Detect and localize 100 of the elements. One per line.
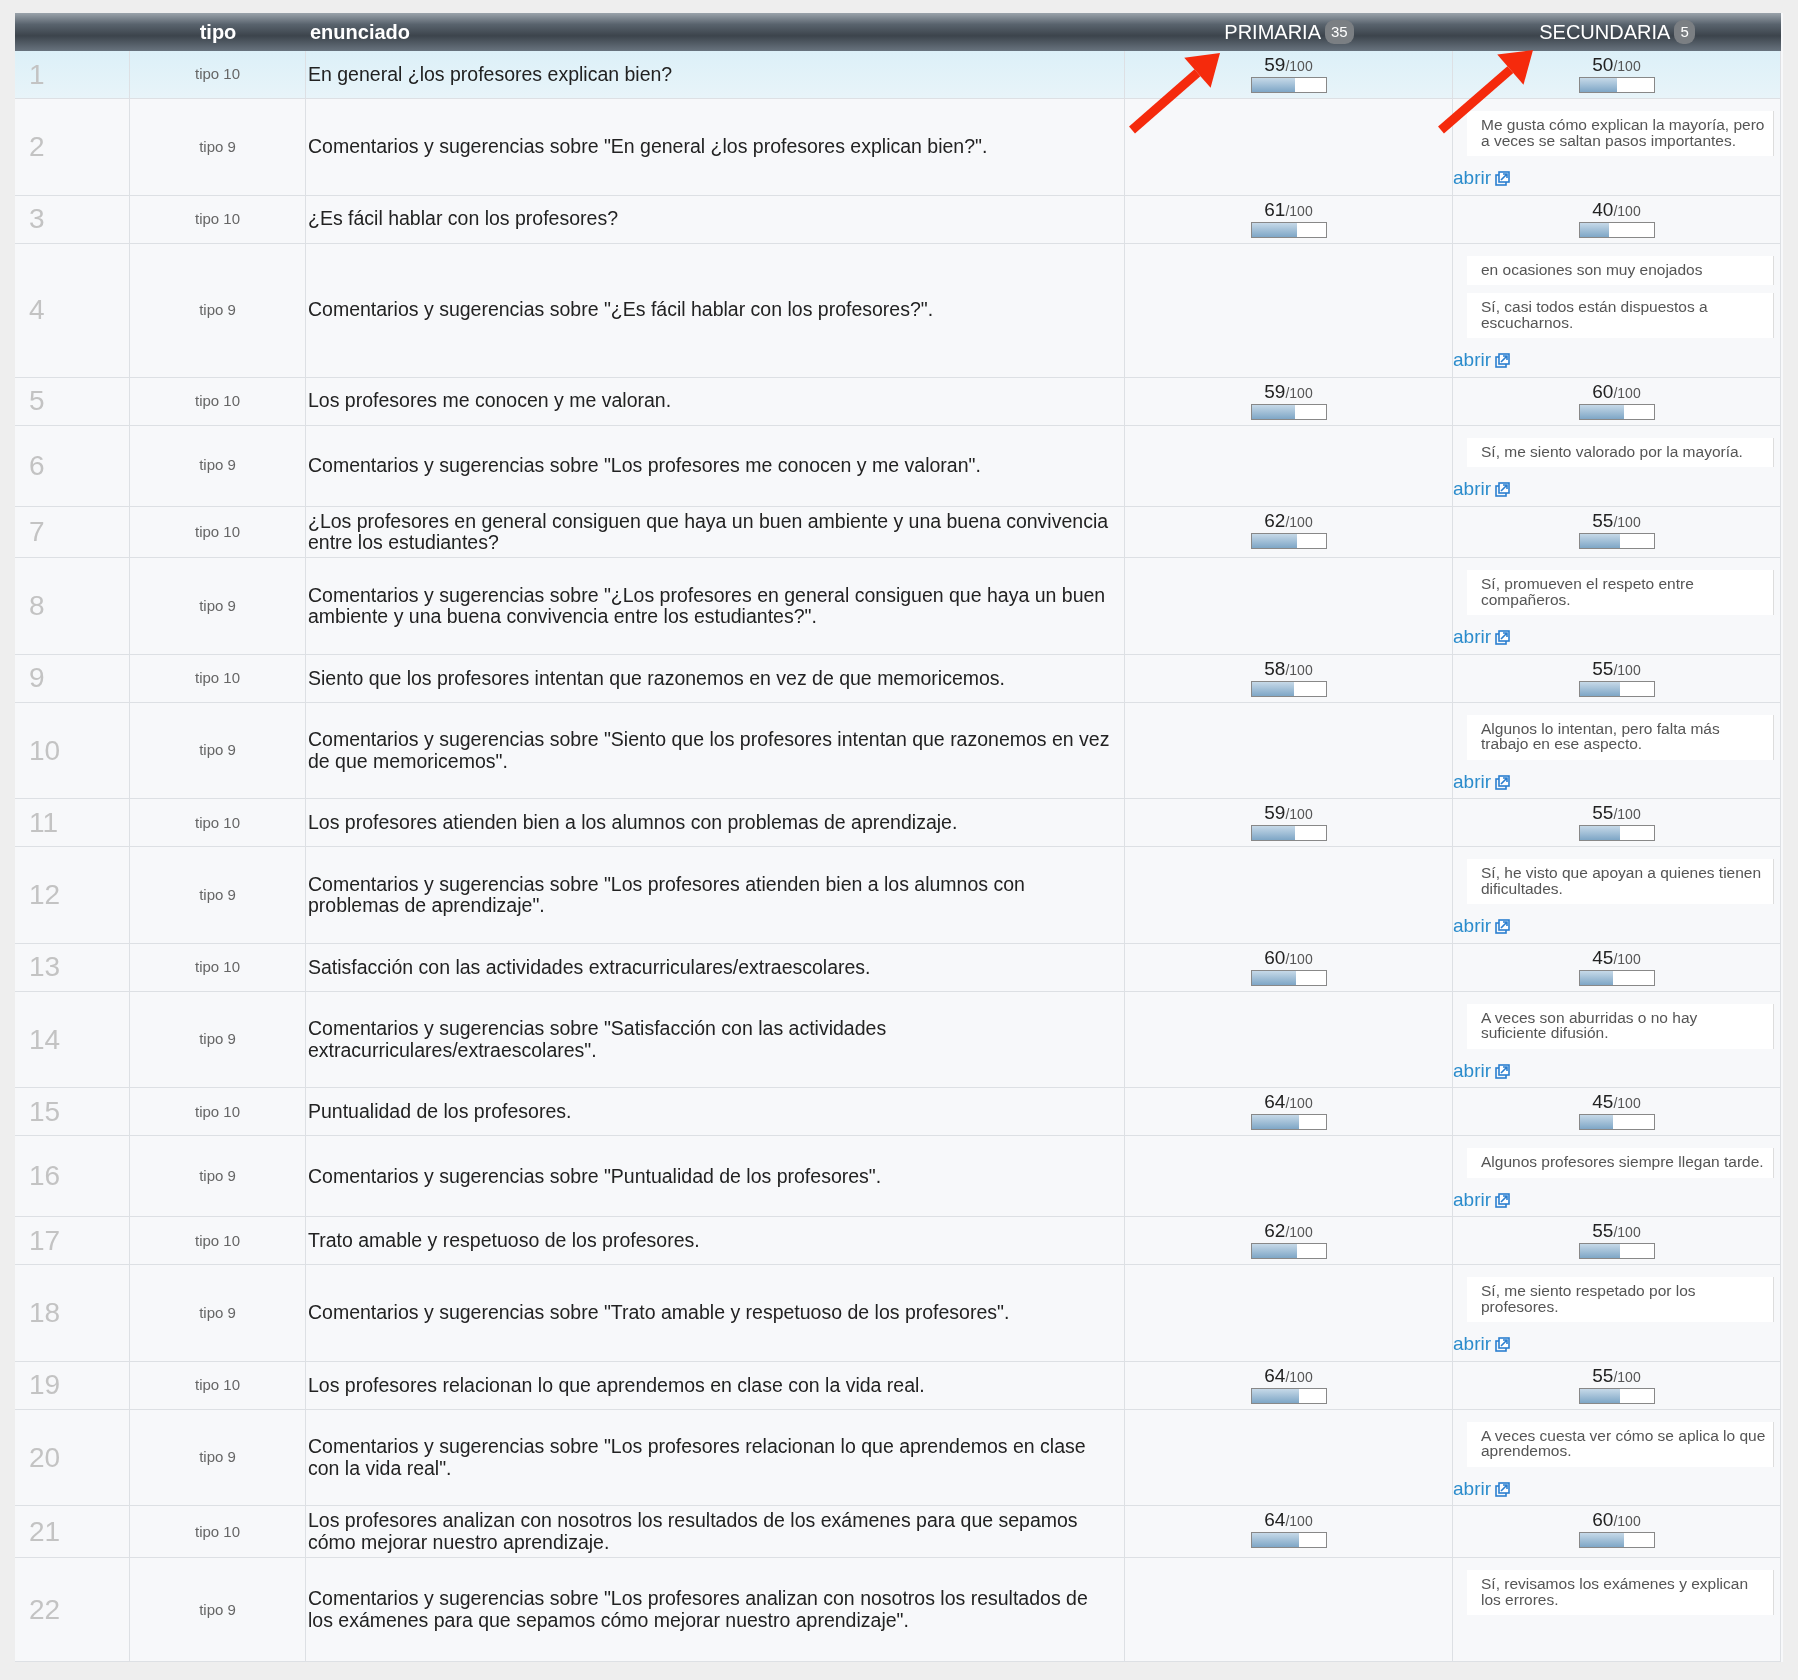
type-label: tipo 9 xyxy=(199,1029,236,1050)
score-value: 59/100 xyxy=(1264,55,1313,74)
score-value: 58/100 xyxy=(1264,658,1313,678)
type-label: tipo 10 xyxy=(194,668,240,689)
question-text: ¿Es fácil hablar con los profesores? xyxy=(308,208,618,230)
score-value: 60/100 xyxy=(1264,947,1313,967)
question-text: Satisfacción con las actividades extracurriculares/extraescolares. xyxy=(308,956,871,979)
type-label: tipo 9 xyxy=(199,1302,236,1323)
score-value: 55/100 xyxy=(1592,1221,1641,1241)
score-value: 45/100 xyxy=(1592,1092,1641,1112)
score-value: 62/100 xyxy=(1264,1221,1313,1241)
open-link[interactable]: abrir xyxy=(1453,475,1510,504)
open-link[interactable]: abrir xyxy=(1453,912,1510,941)
score-value: 60/100 xyxy=(1592,1510,1641,1530)
external-link-icon xyxy=(1495,481,1510,497)
column-header[interactable]: SECUNDARIA xyxy=(1539,17,1671,47)
external-link-icon xyxy=(1495,1063,1510,1079)
type-label: tipo 9 xyxy=(199,1166,236,1187)
score-value: 64/100 xyxy=(1264,1365,1313,1385)
type-label: tipo 10 xyxy=(194,1230,240,1251)
question-text: Comentarios y sugerencias sobre "¿Es fácil hablar con los profesores?". xyxy=(308,299,934,321)
score-value: 64/100 xyxy=(1264,1510,1313,1530)
question-text: Comentarios y sugerencias sobre "Puntualidad de los profesores". xyxy=(308,1165,882,1188)
count-badge: 35 xyxy=(1325,19,1354,45)
score-value: 55/100 xyxy=(1592,658,1641,678)
type-label: tipo 10 xyxy=(194,208,240,229)
question-text: Comentarios y sugerencias sobre "En general ¿los profesores explican bien?". xyxy=(308,136,988,158)
question-text: Comentarios y sugerencias sobre "Siento que los profesores intentan que razonemos en vez de que memoricemos". xyxy=(308,729,1111,773)
score-value: 45/100 xyxy=(1592,947,1641,967)
question-text: Siento que los profesores intentan que razonemos en vez de que memoricemos. xyxy=(308,667,1005,690)
comment-text: Sí, he visto que apoyan a quienes tienen dificultades. xyxy=(1467,859,1774,905)
question-text: Trato amable y respetuoso de los profesores. xyxy=(308,1230,700,1252)
score-value: 59/100 xyxy=(1264,381,1313,401)
comment-text: Me gusta cómo explican la mayoría, pero a veces se saltan pasos importantes. xyxy=(1467,111,1774,156)
score-value: 59/100 xyxy=(1264,803,1313,823)
type-label: tipo 9 xyxy=(199,1447,236,1468)
comment-text: Sí, casi todos están dispuestos a escucharnos. xyxy=(1467,293,1774,338)
external-link-icon xyxy=(1495,1337,1510,1353)
score-value: 55/100 xyxy=(1592,510,1641,530)
question-text: Los profesores analizan con nosotros los resultados de los exámenes para que sepamos cómo mejorar nuestro aprendizaje. xyxy=(308,1510,1079,1554)
question-text: En general ¿los profesores explican bien? xyxy=(308,63,673,86)
type-label: tipo 9 xyxy=(199,299,236,320)
question-text: Los profesores me conocen y me valoran. xyxy=(308,390,672,412)
type-label: tipo 9 xyxy=(199,884,236,905)
score-value: 61/100 xyxy=(1264,199,1313,219)
open-link[interactable]: abrir xyxy=(1453,1056,1510,1086)
type-label: tipo 10 xyxy=(194,390,240,411)
score-value: 55/100 xyxy=(1592,803,1641,823)
question-text: Comentarios y sugerencias sobre "Los profesores me conocen y me valoran". xyxy=(308,454,981,477)
comment-text: Algunos profesores siempre llegan tarde. xyxy=(1467,1148,1774,1178)
question-text: Los profesores relacionan lo que aprendemos en clase con la vida real. xyxy=(308,1374,925,1397)
open-link[interactable]: abrir xyxy=(1453,767,1510,797)
comment-text: Sí, promueven el respeto entre compañeros. xyxy=(1467,570,1774,616)
type-label: tipo 10 xyxy=(194,957,240,978)
type-label: tipo 9 xyxy=(199,595,236,616)
comment-text: A veces cuesta ver cómo se aplica lo que aprendemos. xyxy=(1467,1421,1774,1467)
score-value: 55/100 xyxy=(1592,1365,1641,1385)
type-label: tipo 9 xyxy=(199,455,236,476)
score-value: 40/100 xyxy=(1592,199,1641,219)
comment-text: Sí, me siento respetado por los profesores. xyxy=(1467,1277,1774,1323)
score-value: 60/100 xyxy=(1592,381,1641,401)
column-header[interactable]: enunciado xyxy=(310,17,410,47)
open-link[interactable]: abrir xyxy=(1453,164,1510,193)
count-badge: 5 xyxy=(1674,19,1695,45)
external-link-icon xyxy=(1495,1192,1510,1208)
open-link[interactable]: abrir xyxy=(1453,1474,1510,1504)
open-link[interactable]: abrir xyxy=(1453,1185,1510,1215)
type-label: tipo 10 xyxy=(194,521,240,542)
type-label: tipo 10 xyxy=(194,1521,240,1542)
type-label: tipo 10 xyxy=(194,1375,240,1396)
comment-text: Sí, me siento valorado por la mayoría. xyxy=(1467,437,1774,467)
score-value: 62/100 xyxy=(1264,510,1313,530)
type-label: tipo 9 xyxy=(199,740,236,761)
question-text: Comentarios y sugerencias sobre "Los profesores analizan con nosotros los resultados de los exámenes para que sepamos cómo mejorar nuestro aprendizaje". xyxy=(308,1588,1089,1632)
comment-text: en ocasiones son muy enojados xyxy=(1467,255,1774,285)
type-label: tipo 9 xyxy=(199,1599,236,1620)
question-text: Los profesores atienden bien a los alumnos con problemas de aprendizaje. xyxy=(308,812,958,834)
question-text: Comentarios y sugerencias sobre "Los profesores relacionan lo que aprendemos en clase con la vida real". xyxy=(308,1436,1087,1480)
external-link-icon xyxy=(1495,630,1510,646)
score-value: 64/100 xyxy=(1264,1092,1313,1112)
external-link-icon xyxy=(1495,774,1510,790)
question-text: Comentarios y sugerencias sobre "¿Los profesores en general consiguen que haya un buen ambiente y una buena convivencia entre los estudiantes?". xyxy=(308,584,1107,628)
question-text: Puntualidad de los profesores. xyxy=(308,1101,572,1123)
open-link[interactable]: abrir xyxy=(1453,623,1510,652)
type-label: tipo 10 xyxy=(194,1101,240,1122)
type-label: tipo 10 xyxy=(194,64,240,85)
comment-text: Algunos lo intentan, pero falta más trabajo en ese aspecto. xyxy=(1467,714,1774,760)
external-link-icon xyxy=(1495,919,1510,935)
score-value: 50/100 xyxy=(1592,55,1641,74)
question-text: Comentarios y sugerencias sobre "Los profesores atienden bien a los alumnos con problemas de aprendizaje". xyxy=(308,873,1026,917)
external-link-icon xyxy=(1495,352,1510,368)
external-link-icon xyxy=(1495,1481,1510,1497)
column-header[interactable]: PRIMARIA xyxy=(1224,17,1321,47)
question-text: ¿Los profesores en general consiguen que haya un buen ambiente y una buena convivencia entre los estudiantes? xyxy=(308,510,1110,554)
question-text: Comentarios y sugerencias sobre "Trato amable y respetuoso de los profesores". xyxy=(308,1302,1010,1324)
column-header[interactable]: tipo xyxy=(199,17,237,47)
comment-text: Sí, revisamos los exámenes y explican los errores. xyxy=(1467,1570,1774,1616)
open-link[interactable]: abrir xyxy=(1453,1330,1510,1359)
type-label: tipo 10 xyxy=(194,812,240,833)
open-link[interactable]: abrir xyxy=(1453,346,1510,375)
